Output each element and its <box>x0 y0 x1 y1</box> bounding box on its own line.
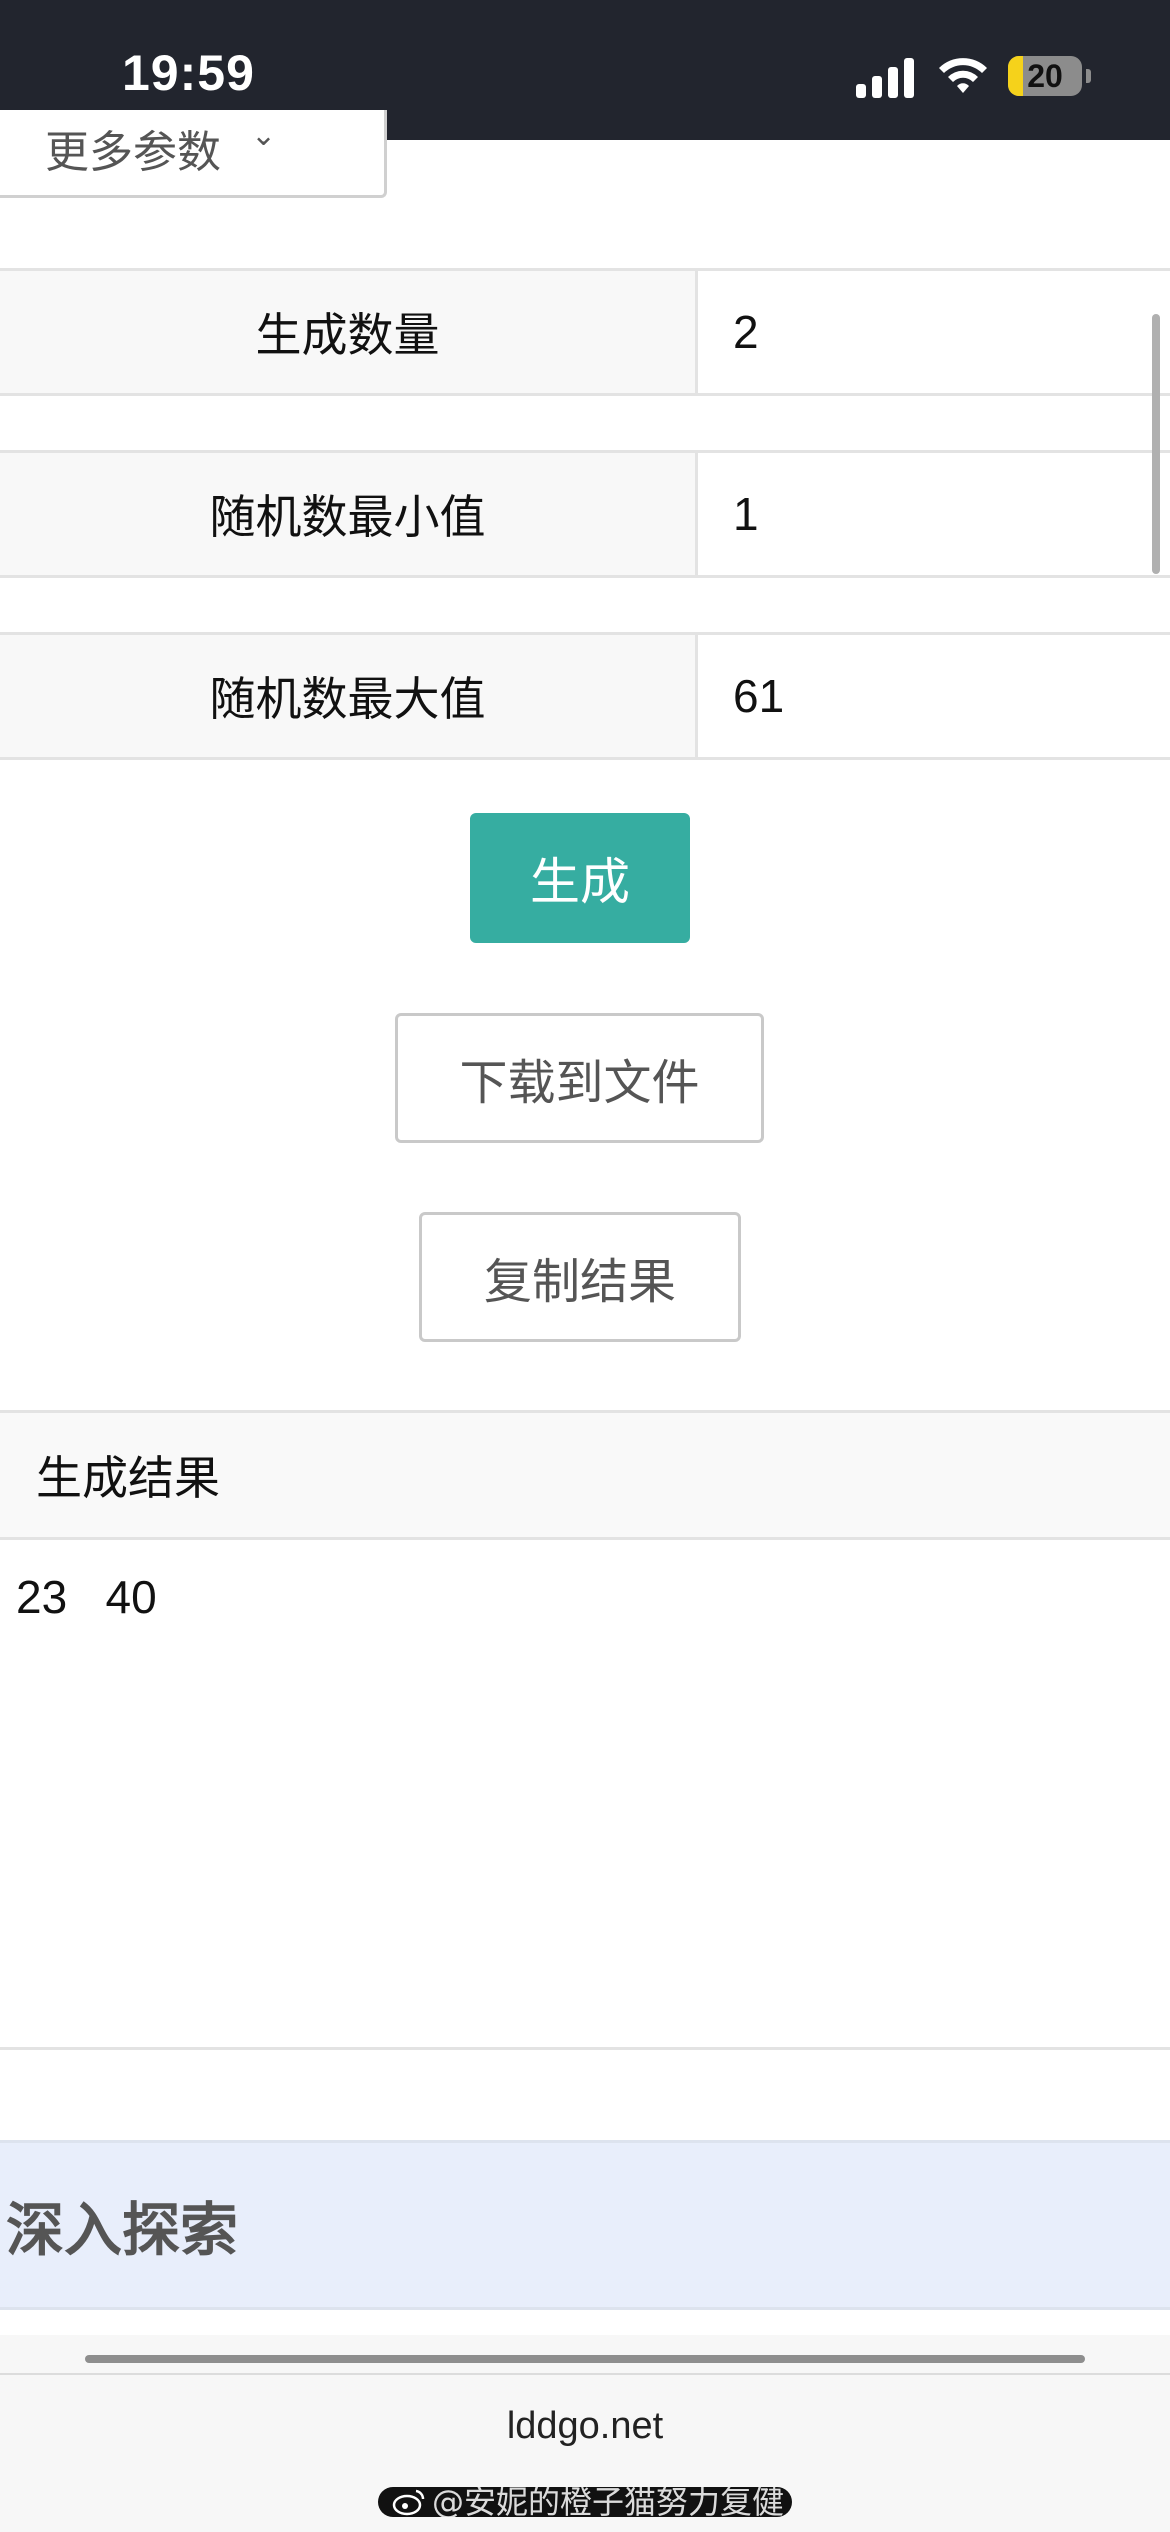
param-row-count: 生成数量 2 <box>0 268 1170 396</box>
result-header: 生成结果 <box>0 1410 1170 1540</box>
count-input[interactable]: 2 <box>733 271 759 393</box>
more-params-dropdown[interactable]: 更多参数 ⌄ <box>0 110 387 198</box>
download-button[interactable]: 下载到文件 <box>395 1013 764 1143</box>
explore-title: 深入探索 <box>6 2196 239 2264</box>
signal-bar <box>888 67 898 98</box>
signal-bar <box>904 58 914 98</box>
max-value-input[interactable]: 61 <box>733 635 784 757</box>
watermark: @安妮的橙子猫努力复健 <box>378 2487 792 2517</box>
address-bar[interactable]: lddgo.net <box>0 2405 1170 2448</box>
copy-result-button[interactable]: 复制结果 <box>419 1212 741 1342</box>
more-params-label: 更多参数 <box>45 127 221 178</box>
chevron-down-icon: ⌄ <box>251 118 277 153</box>
browser-scroll-indicator <box>85 2355 1085 2363</box>
param-row-max: 随机数最大值 61 <box>0 632 1170 760</box>
watermark-text: @安妮的橙子猫努力复健 <box>432 2487 785 2517</box>
param-label: 随机数最大值 <box>0 635 698 757</box>
signal-bar <box>856 84 866 98</box>
cellular-signal-icon <box>856 56 914 98</box>
page: 19:59 20 更多参数 ⌄ 生成数量 2 随机数最小值 1 随机数最大值 6… <box>0 0 1170 2532</box>
scrollbar[interactable] <box>1152 314 1160 574</box>
param-label: 随机数最小值 <box>0 453 698 575</box>
result-values: 23 40 <box>16 1571 157 1623</box>
result-output[interactable]: 23 40 <box>0 1540 1170 2050</box>
signal-bar <box>872 76 882 98</box>
result-header-label: 生成结果 <box>36 1451 220 1505</box>
weibo-logo-icon <box>392 2489 425 2516</box>
wifi-icon <box>939 58 987 93</box>
status-time: 19:59 <box>122 45 255 101</box>
param-label: 生成数量 <box>0 271 698 393</box>
battery-level: 20 <box>1027 58 1063 94</box>
param-row-min: 随机数最小值 1 <box>0 450 1170 578</box>
browser-bottom-bar: lddgo.net @安妮的橙子猫努力复健 <box>0 2335 1170 2532</box>
battery-icon: 20 <box>1008 56 1082 96</box>
generate-button[interactable]: 生成 <box>470 813 690 943</box>
min-value-input[interactable]: 1 <box>733 453 759 575</box>
divider <box>0 2373 1170 2375</box>
explore-section: 深入探索 <box>0 2140 1170 2310</box>
battery-cap <box>1086 69 1091 83</box>
